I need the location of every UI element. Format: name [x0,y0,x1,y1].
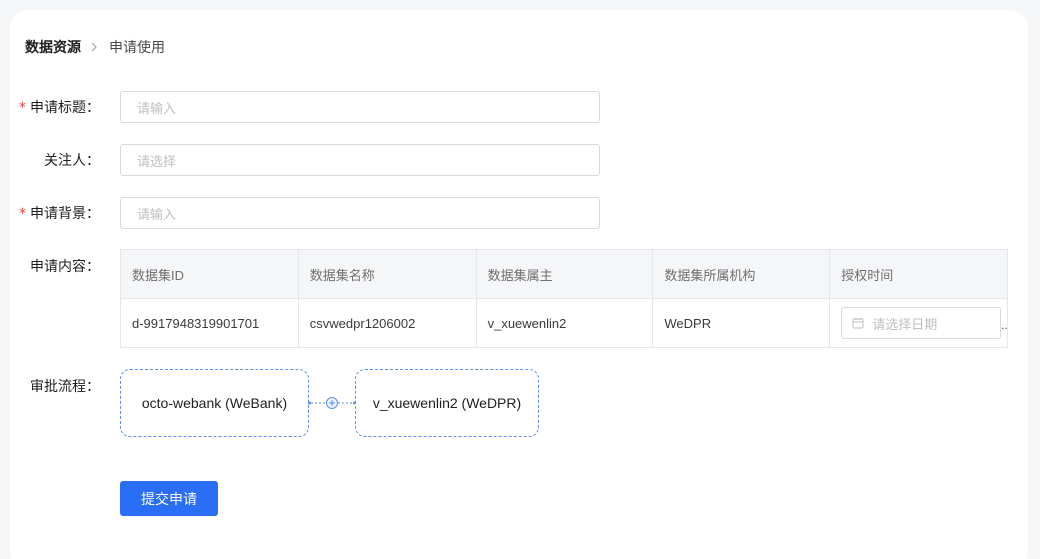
background-input[interactable]: 请输入 [120,197,600,229]
approval-label: 审批流程： [30,378,100,394]
date-picker-placeholder: 请选择日期 [872,316,938,332]
content-label: 申请内容： [30,258,100,274]
breadcrumb-current: 申请使用 [109,39,165,55]
overflow-dots: .. [1001,318,1008,332]
approval-node-1[interactable]: octo-webank (WeBank) [120,369,309,437]
title-input-placeholder: 请输入 [137,100,177,116]
cell-dataset-org: WeDPR [653,299,831,347]
cell-dataset-name: csvwedpr1206002 [299,299,477,347]
breadcrumb-root[interactable]: 数据资源 [25,37,81,57]
background-input-placeholder: 请输入 [137,206,177,222]
column-header-owner: 数据集属主 [477,250,654,298]
breadcrumb: 数据资源 申请使用 [25,38,165,56]
submit-button[interactable]: 提交申请 [120,481,218,516]
table-row: d-9917948319901701 csvwedpr1206002 v_xue… [121,299,1007,347]
date-picker[interactable]: 请选择日期 [841,307,1002,339]
cell-dataset-owner: v_xuewenlin2 [477,299,654,347]
chevron-right-icon [91,38,99,56]
cell-dataset-id: d-9917948319901701 [121,299,299,347]
cell-auth-time: 请选择日期 [830,299,1007,347]
column-header-auth-time: 授权时间 [841,267,894,283]
table-header: 数据集ID 数据集名称 数据集属主 数据集所属机构 授权时间 [121,250,1007,299]
follower-label: 关注人： [44,152,100,168]
column-header-name: 数据集名称 [299,250,477,298]
required-mark: * [19,100,26,116]
follower-select[interactable]: 请选择 [120,144,600,176]
column-header-id: 数据集ID [121,250,299,298]
add-node-icon[interactable] [308,396,356,410]
title-label: * 申请标题： [19,99,100,116]
calendar-icon [852,317,864,329]
background-label: * 申请背景： [19,205,100,222]
required-mark: * [19,206,26,222]
title-input[interactable]: 请输入 [120,91,600,123]
approval-node-2[interactable]: v_xuewenlin2 (WeDPR) [355,369,539,437]
dataset-table: 数据集ID 数据集名称 数据集属主 数据集所属机构 授权时间 d-9917948… [120,249,1008,348]
column-header-org: 数据集所属机构 [653,250,831,298]
follower-select-placeholder: 请选择 [137,153,177,169]
